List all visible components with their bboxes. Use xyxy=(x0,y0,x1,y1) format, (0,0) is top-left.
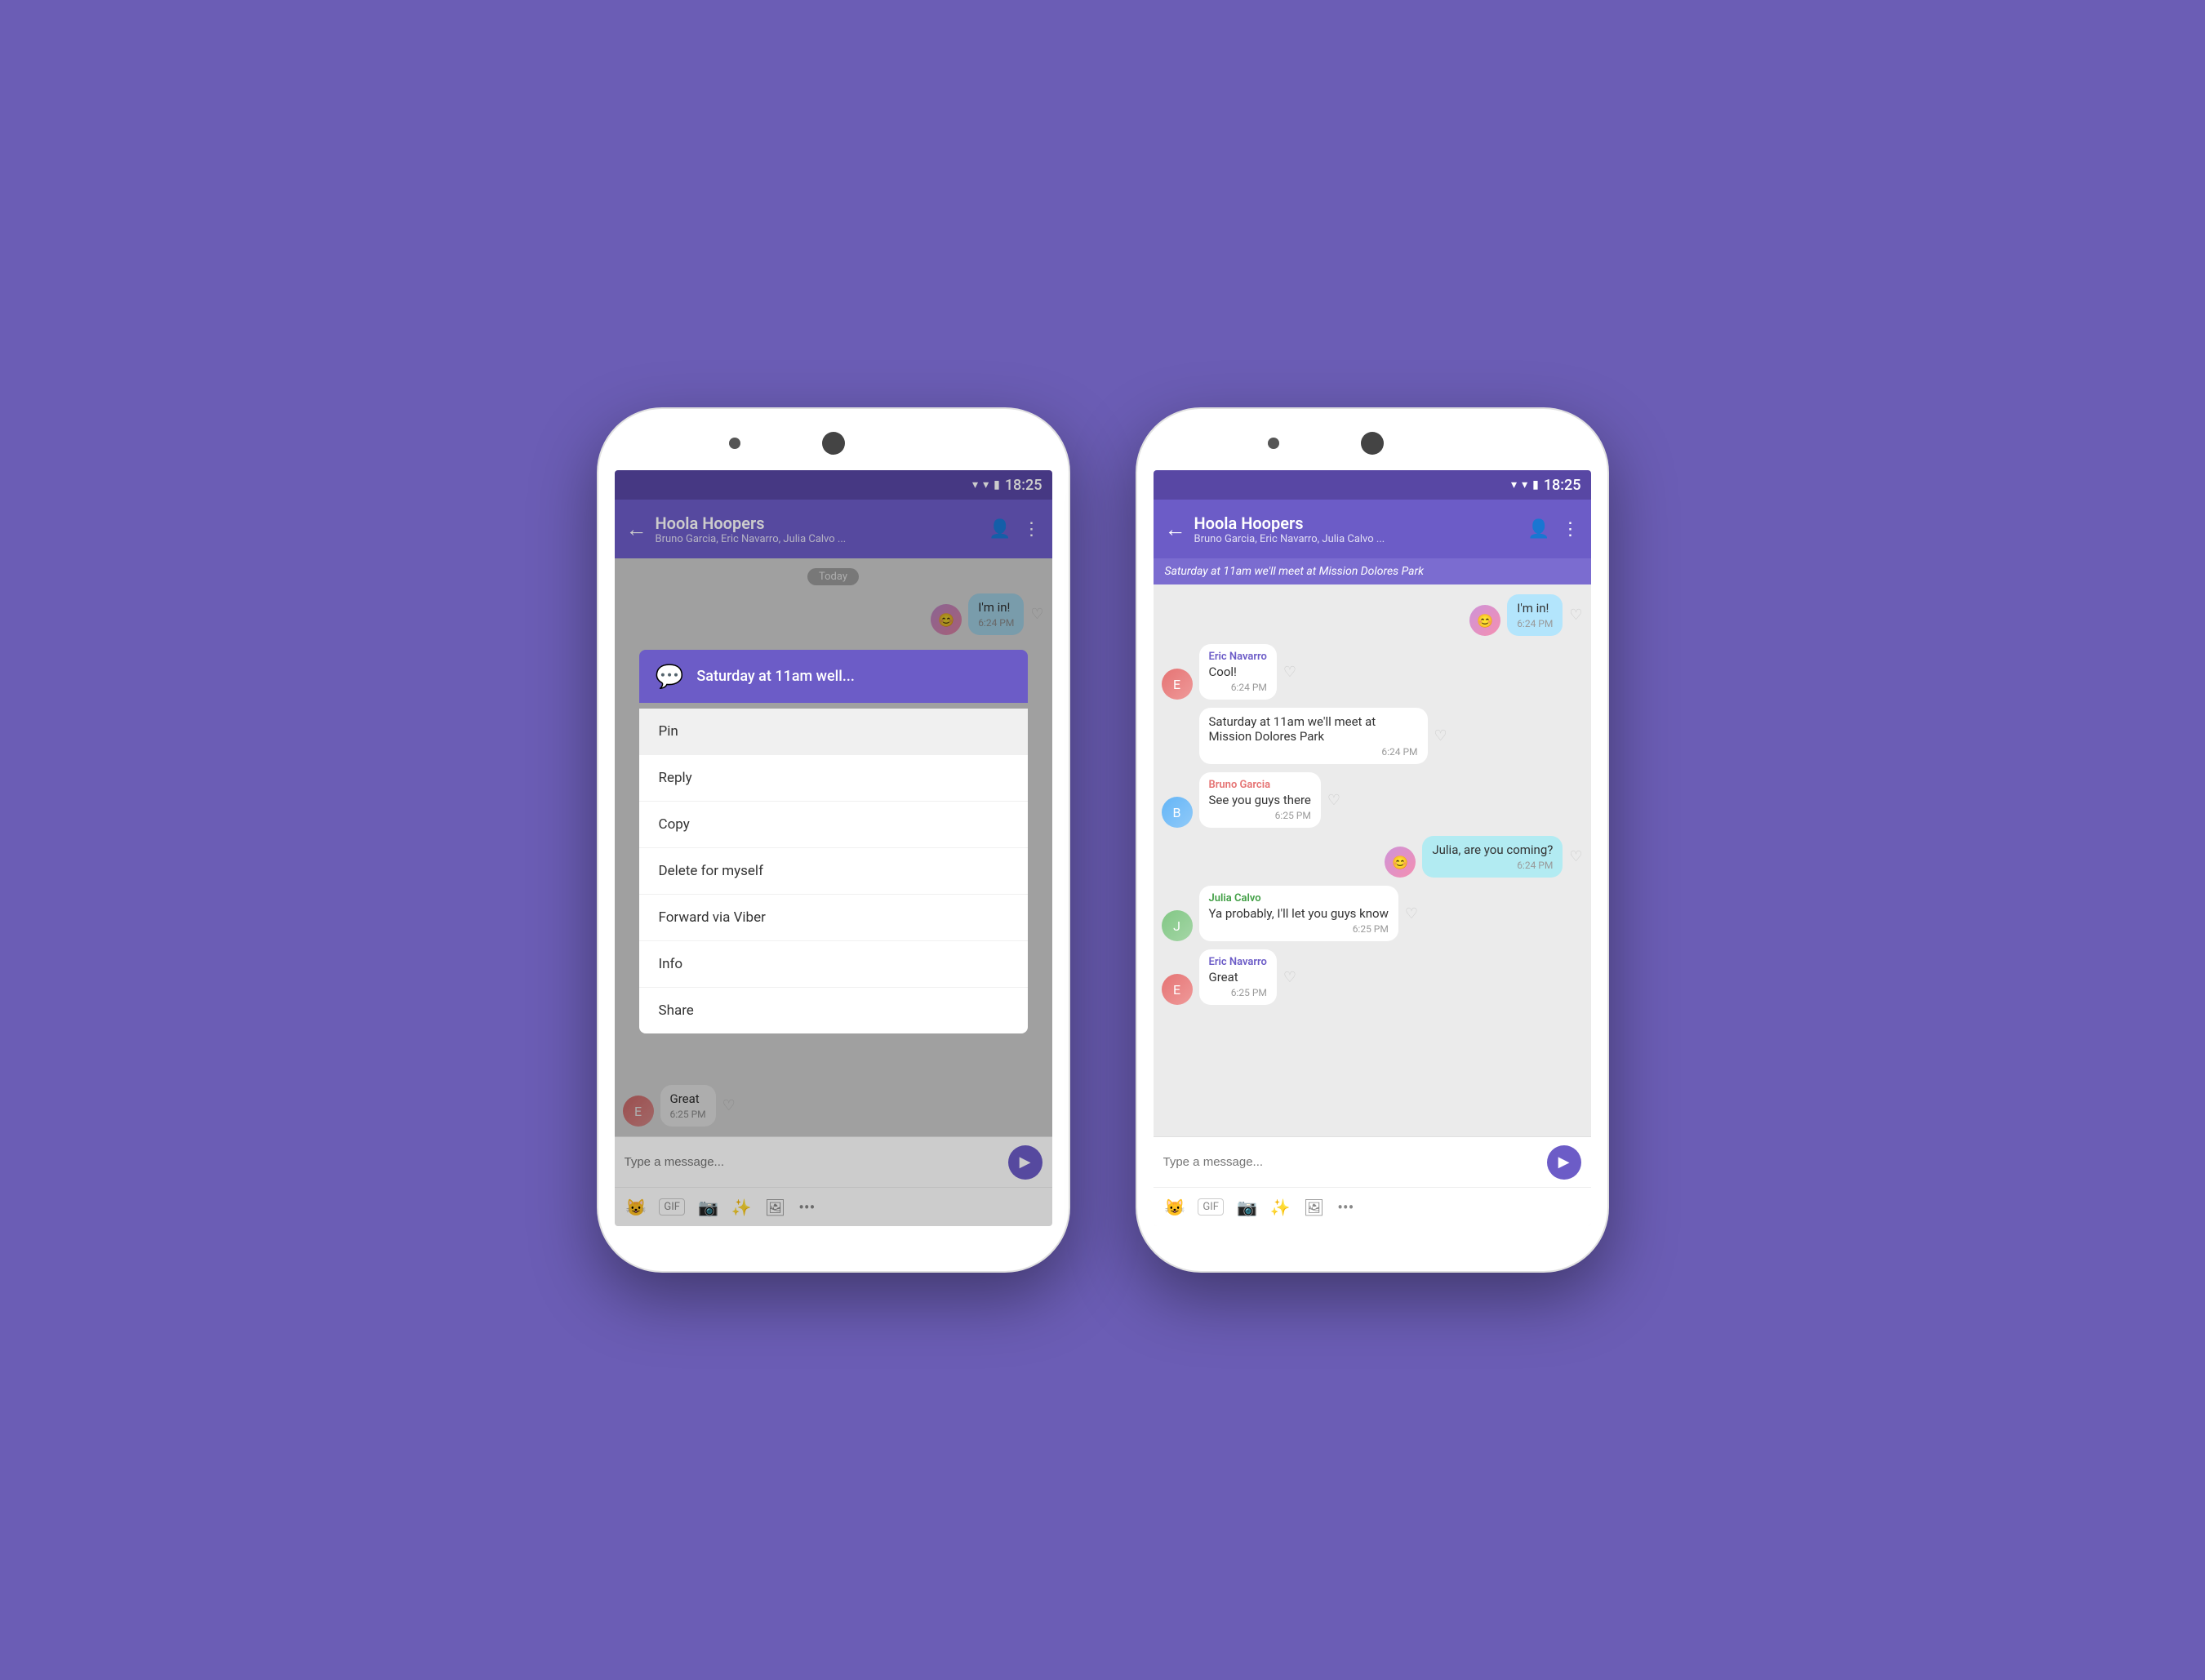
bubble-juliacoming: Julia, are you coming? 6:24 PM xyxy=(1422,836,1563,878)
effects-icon-2[interactable]: ✨ xyxy=(1270,1198,1291,1217)
context-menu-copy[interactable]: Copy xyxy=(639,802,1028,848)
heart-saturday[interactable]: ♡ xyxy=(1434,727,1447,744)
meta-julia: 6:25 PM xyxy=(1209,923,1389,935)
context-menu: Pin Reply Copy Delete for myself Forward… xyxy=(639,709,1028,1033)
msg-row-seeyou: B Bruno Garcia See you guys there 6:25 P… xyxy=(1162,772,1583,828)
signal-icon-2: ▾ xyxy=(1522,478,1527,491)
toolbar-icons-2: 👤 ⋮ xyxy=(1527,519,1579,540)
context-menu-reply[interactable]: Reply xyxy=(639,755,1028,802)
heart-imin[interactable]: ♡ xyxy=(1569,607,1582,624)
emoji-icon-2[interactable]: 😺 xyxy=(1165,1198,1185,1217)
send-button-2[interactable]: ▶ xyxy=(1547,1145,1581,1180)
sender-bruno: Bruno Garcia xyxy=(1209,779,1311,791)
text-julia: Ya probably, I'll let you guys know xyxy=(1209,906,1389,921)
chat-area-2: ♡ I'm in! 6:24 PM 😊 E Eric Navarro Cool!… xyxy=(1154,584,1591,1136)
avatar-me-3: 😊 xyxy=(1385,847,1416,878)
msg-row-saturday: Saturday at 11am we'll meet at Mission D… xyxy=(1162,708,1583,764)
emoji-row-2: 😺 GIF 📷 ✨ 🖼 ••• xyxy=(1154,1187,1591,1226)
phone-2: ▾ ▾ ▮ 18:25 ← Hoola Hoopers Bruno Garcia… xyxy=(1136,407,1609,1273)
text-seeyou: See you guys there xyxy=(1209,793,1311,807)
pinned-message: Saturday at 11am we'll meet at Mission D… xyxy=(1154,558,1591,584)
add-contact-icon-2[interactable]: 👤 xyxy=(1527,519,1549,540)
context-header-text: Saturday at 11am well... xyxy=(696,668,854,685)
text-great: Great xyxy=(1209,970,1267,984)
context-menu-delete[interactable]: Delete for myself xyxy=(639,848,1028,895)
msg-row-great: E Eric Navarro Great 6:25 PM ♡ xyxy=(1162,949,1583,1005)
gallery-icon-2[interactable]: 🖼 xyxy=(1304,1198,1324,1217)
gif-button-2[interactable]: GIF xyxy=(1198,1198,1224,1216)
bubble-seeyou: Bruno Garcia See you guys there 6:25 PM xyxy=(1199,772,1321,828)
screen-1: ▾ ▾ ▮ 18:25 ← Hoola Hoopers Bruno Garcia… xyxy=(615,470,1052,1226)
msg-row-juliacoming: ♡ Julia, are you coming? 6:24 PM 😊 xyxy=(1162,836,1583,878)
bubble-cool: Eric Navarro Cool! 6:24 PM xyxy=(1199,644,1277,700)
meta-saturday: 6:24 PM xyxy=(1209,746,1418,758)
chat-info-2: Hoola Hoopers Bruno Garcia, Eric Navarro… xyxy=(1194,513,1520,545)
input-bar-2: ▶ xyxy=(1154,1136,1591,1187)
msg-row-cool: E Eric Navarro Cool! 6:24 PM ♡ xyxy=(1162,644,1583,700)
battery-icon-2: ▮ xyxy=(1532,478,1539,491)
context-menu-info[interactable]: Info xyxy=(639,941,1028,988)
heart-seeyou[interactable]: ♡ xyxy=(1327,792,1340,809)
text-cool: Cool! xyxy=(1209,664,1267,679)
screen-2: ▾ ▾ ▮ 18:25 ← Hoola Hoopers Bruno Garcia… xyxy=(1154,470,1591,1226)
message-input-2[interactable] xyxy=(1163,1155,1540,1169)
context-menu-pin[interactable]: Pin xyxy=(639,709,1028,755)
heart-great[interactable]: ♡ xyxy=(1283,969,1296,986)
avatar-eric-2: E xyxy=(1162,669,1193,700)
context-header: 💬 Saturday at 11am well... xyxy=(639,650,1028,703)
status-bar-2: ▾ ▾ ▮ 18:25 xyxy=(1154,470,1591,500)
text-imin: I'm in! xyxy=(1517,601,1553,616)
avatar-eric-3: E xyxy=(1162,974,1193,1005)
avatar-bruno-2: B xyxy=(1162,797,1193,828)
phone-camera-2 xyxy=(1361,432,1384,455)
meta-seeyou: 6:25 PM xyxy=(1209,810,1311,821)
bubble-great: Eric Navarro Great 6:25 PM xyxy=(1199,949,1277,1005)
screen-content-2: ▾ ▾ ▮ 18:25 ← Hoola Hoopers Bruno Garcia… xyxy=(1154,470,1591,1226)
status-time-2: 18:25 xyxy=(1544,477,1581,494)
more-media-icon-2[interactable]: ••• xyxy=(1337,1198,1354,1217)
msg-row-julia: J Julia Calvo Ya probably, I'll let you … xyxy=(1162,886,1583,941)
context-menu-share[interactable]: Share xyxy=(639,988,1028,1033)
phone-speaker-2 xyxy=(1268,438,1279,449)
more-icon-2[interactable]: ⋮ xyxy=(1562,519,1580,540)
text-saturday: Saturday at 11am we'll meet at Mission D… xyxy=(1209,714,1418,744)
camera-icon-2[interactable]: 📷 xyxy=(1237,1198,1257,1217)
sender-eric-1: Eric Navarro xyxy=(1209,651,1267,663)
bubble-julia: Julia Calvo Ya probably, I'll let you gu… xyxy=(1199,886,1398,941)
meta-juliacoming: 6:24 PM xyxy=(1432,860,1553,871)
bubble-saturday: Saturday at 11am we'll meet at Mission D… xyxy=(1199,708,1428,764)
heart-juliacoming[interactable]: ♡ xyxy=(1569,848,1582,865)
phone-speaker xyxy=(729,438,740,449)
avatar-me-2: 😊 xyxy=(1469,605,1500,636)
text-juliacoming: Julia, are you coming? xyxy=(1432,842,1553,857)
context-menu-forward[interactable]: Forward via Viber xyxy=(639,895,1028,941)
bubble-imin: I'm in! 6:24 PM xyxy=(1507,594,1563,636)
msg-row-imin: ♡ I'm in! 6:24 PM 😊 xyxy=(1162,594,1583,636)
sender-julia: Julia Calvo xyxy=(1209,892,1389,904)
avatar-julia-2: J xyxy=(1162,910,1193,941)
meta-cool: 6:24 PM xyxy=(1209,682,1267,693)
heart-cool[interactable]: ♡ xyxy=(1283,664,1296,681)
phone-camera xyxy=(822,432,845,455)
chat-subtitle-2: Bruno Garcia, Eric Navarro, Julia Calvo … xyxy=(1194,533,1423,545)
screen-content-1: ▾ ▾ ▮ 18:25 ← Hoola Hoopers Bruno Garcia… xyxy=(615,470,1052,1226)
phone-1: ▾ ▾ ▮ 18:25 ← Hoola Hoopers Bruno Garcia… xyxy=(597,407,1070,1273)
sender-eric-2: Eric Navarro xyxy=(1209,956,1267,968)
heart-julia[interactable]: ♡ xyxy=(1405,905,1418,922)
context-chat-icon: 💬 xyxy=(656,663,684,690)
chat-title-2: Hoola Hoopers xyxy=(1194,513,1520,533)
wifi-icon-2: ▾ xyxy=(1511,478,1517,491)
meta-great: 6:25 PM xyxy=(1209,987,1267,998)
back-button-2[interactable]: ← xyxy=(1165,517,1186,542)
toolbar-2: ← Hoola Hoopers Bruno Garcia, Eric Navar… xyxy=(1154,500,1591,558)
meta-imin: 6:24 PM xyxy=(1517,618,1553,629)
